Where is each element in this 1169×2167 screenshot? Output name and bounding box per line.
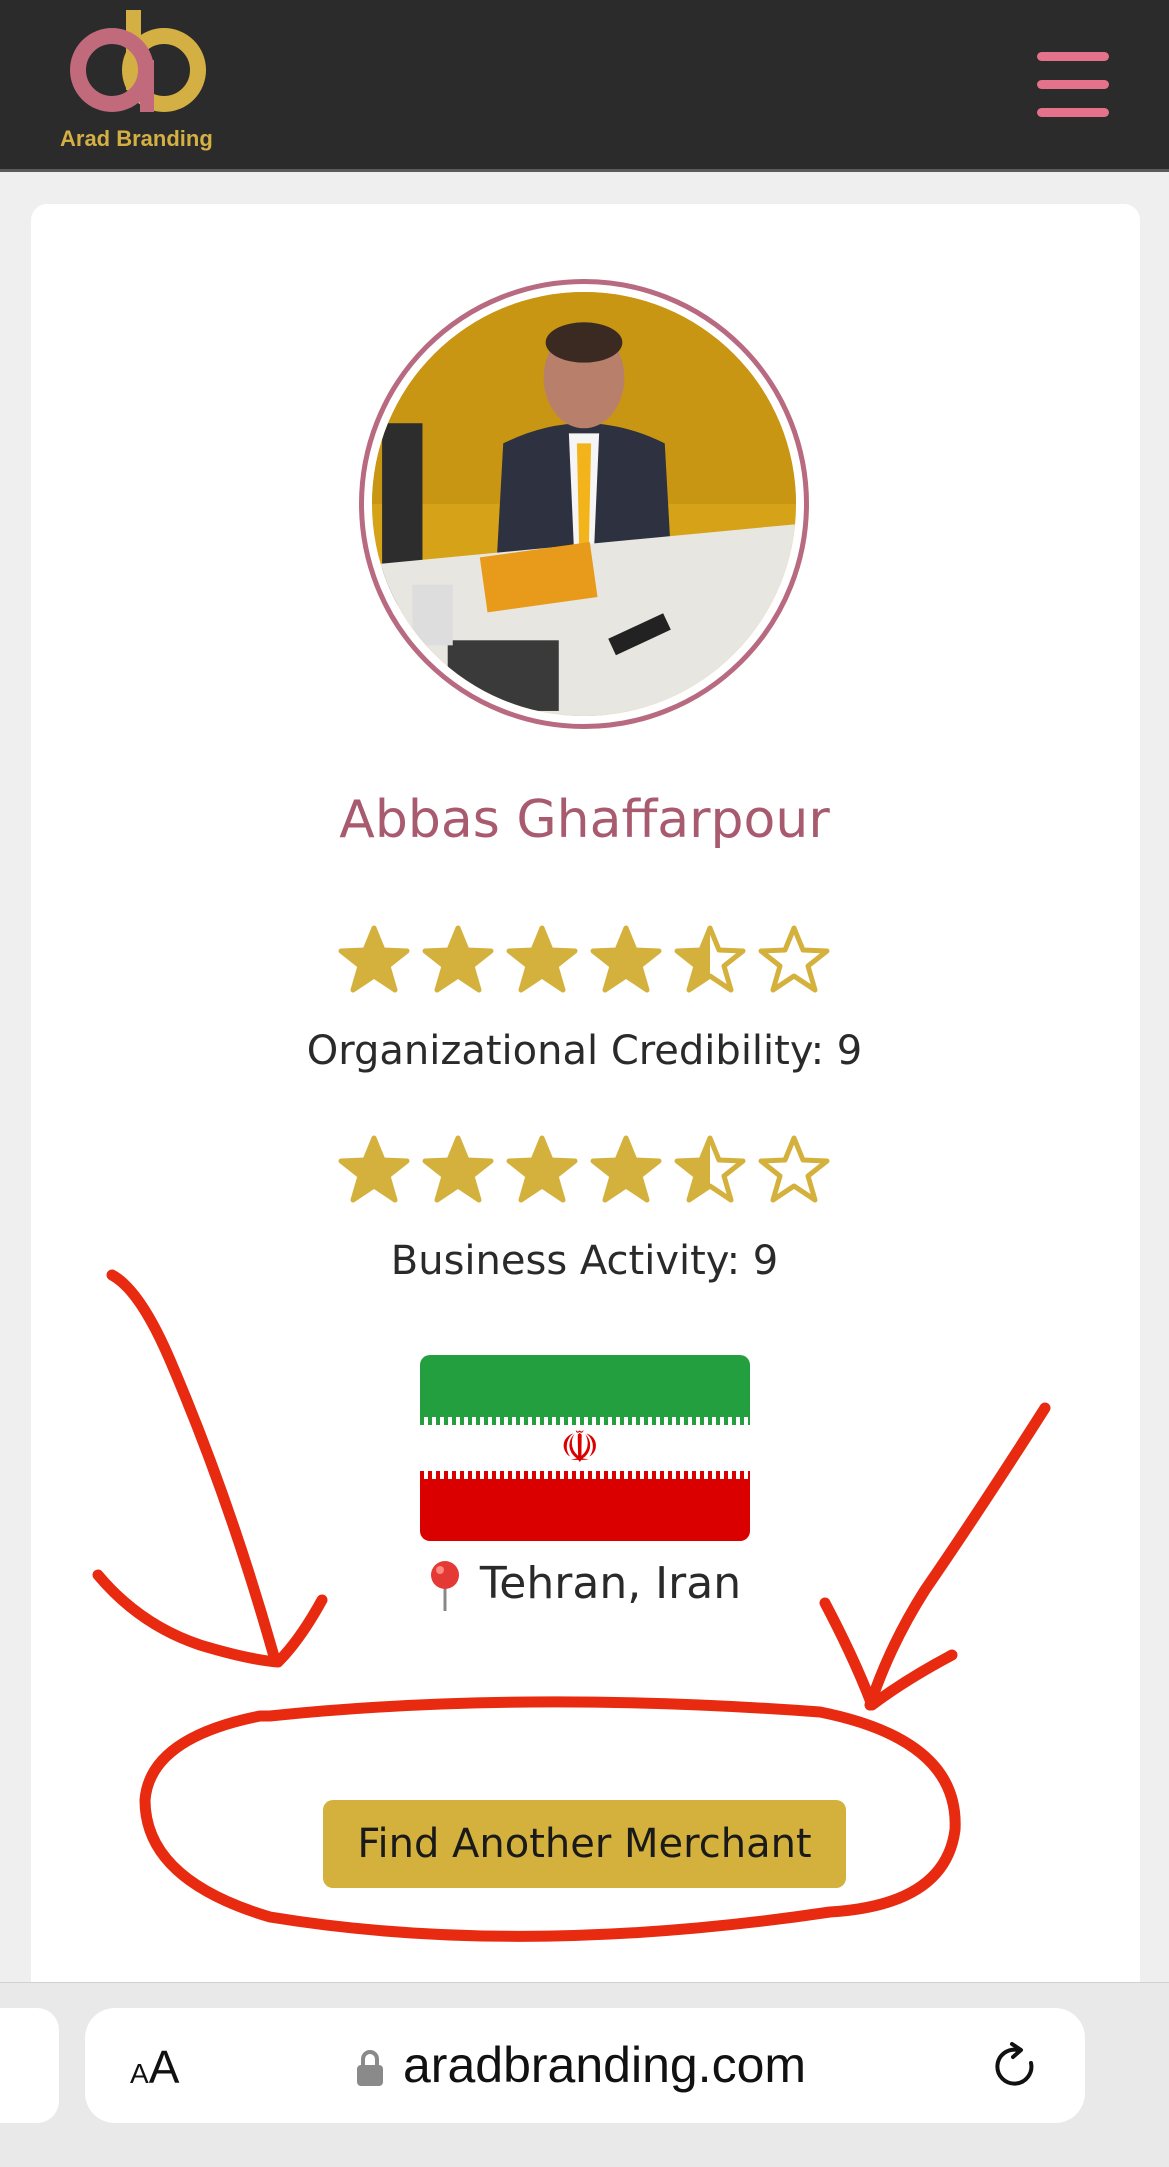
right-arrow-shaft (864, 1402, 1051, 1711)
previous-tab[interactable] (0, 2008, 59, 2123)
address-bar[interactable]: AA aradbranding.com (85, 2008, 1085, 2123)
left-arrow-shaft (106, 1269, 281, 1666)
lock-icon (357, 2050, 383, 2086)
circle-around-button (139, 1696, 961, 1942)
hand-drawn-annotation (92, 1269, 1051, 1942)
left-arrow-head (92, 1569, 328, 1668)
reload-icon[interactable] (990, 2041, 1042, 2093)
browser-toolbar: AA aradbranding.com (0, 1982, 1169, 2167)
text-size-button[interactable]: AA (130, 2040, 179, 2094)
url-text: aradbranding.com (403, 2037, 807, 2093)
